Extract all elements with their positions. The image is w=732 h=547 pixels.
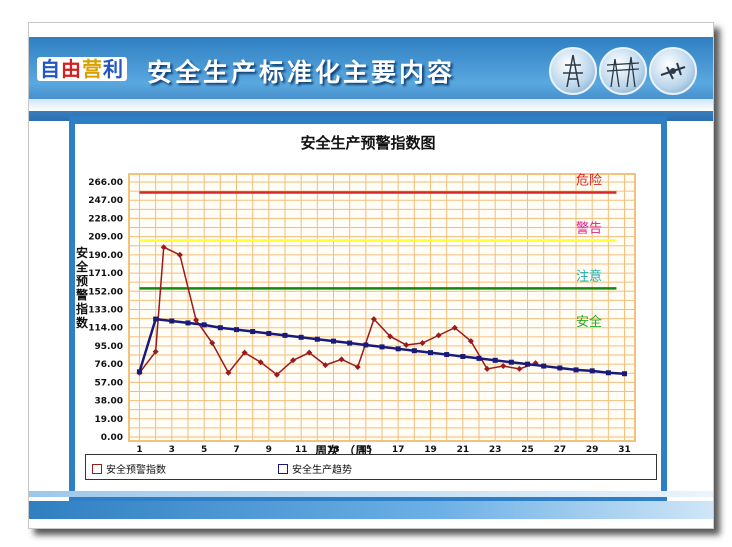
power-lines-icon xyxy=(599,47,647,95)
y-tick-label: 228.00 xyxy=(88,214,123,224)
y-tick-label: 266.00 xyxy=(88,178,123,188)
data-point xyxy=(136,369,142,375)
y-tick-label: 95.00 xyxy=(95,342,123,352)
data-point xyxy=(476,355,482,361)
data-point xyxy=(266,330,272,336)
data-point xyxy=(379,344,385,350)
logo-char-2: 由 xyxy=(61,57,82,81)
x-tick-label: 19 xyxy=(424,445,437,454)
x-tick-label: 23 xyxy=(489,445,502,454)
data-point xyxy=(347,340,353,346)
y-tick-label: 114.00 xyxy=(88,324,123,334)
threshold-label: 安全 xyxy=(576,314,602,330)
x-tick-label: 31 xyxy=(618,445,631,454)
data-point xyxy=(185,320,191,326)
chart-container: 安全生产预警指数图 0.00 19.00 38.00 57.00 76.00 95.00 1… xyxy=(75,124,661,494)
chart-panel: 安全生产预警指数图 0.00 19.00 38.00 57.00 76.00 95.00 1… xyxy=(69,116,667,502)
logo-char-1: 自 xyxy=(40,57,61,81)
legend-item-index: 安全预警指数 xyxy=(92,461,166,476)
data-point xyxy=(169,318,175,324)
y-tick-label: 19.00 xyxy=(95,415,123,425)
legend-label-index: 安全预警指数 xyxy=(106,465,166,476)
data-point xyxy=(330,338,336,344)
data-point xyxy=(525,361,531,367)
legend-swatch-trend xyxy=(278,464,288,474)
data-point xyxy=(508,359,514,365)
y-tick-label: 133.00 xyxy=(88,306,123,316)
x-tick-label: 11 xyxy=(295,445,308,454)
y-tick-label: 57.00 xyxy=(95,378,123,388)
satellite-icon xyxy=(649,47,697,95)
logo: 自由营利 xyxy=(37,57,127,81)
data-point xyxy=(622,371,628,377)
data-point xyxy=(233,327,239,333)
header-strip xyxy=(29,99,713,111)
y-axis-label: 安全预警指数 xyxy=(75,246,88,330)
legend-swatch-index xyxy=(92,464,102,474)
y-tick-label: 76.00 xyxy=(95,360,123,370)
data-point xyxy=(363,342,369,348)
logo-char-4: 利 xyxy=(103,57,124,81)
y-tick-label: 38.00 xyxy=(95,397,123,407)
data-point xyxy=(541,363,547,369)
chart-svg: 0.00 19.00 38.00 57.00 76.00 95.00 114.00 133.0… xyxy=(88,173,636,454)
x-tick-label: 9 xyxy=(266,445,272,454)
y-tick-label: 152.00 xyxy=(88,287,123,297)
legend-label-trend: 安全生产趋势 xyxy=(292,465,352,476)
logo-char-3: 营 xyxy=(82,57,103,81)
data-point xyxy=(411,348,417,354)
x-tick-label: 29 xyxy=(586,445,599,454)
data-point xyxy=(444,352,450,358)
page-title: 安全生产标准化主要内容 xyxy=(147,58,456,87)
footer-strip xyxy=(29,491,713,497)
data-point xyxy=(153,316,159,322)
x-tick-label: 7 xyxy=(233,445,239,454)
chart-legend: 安全预警指数 安全生产趋势 xyxy=(85,454,657,480)
footer-banner xyxy=(29,501,713,519)
x-tick-label: 3 xyxy=(169,445,175,454)
x-tick-label: 27 xyxy=(554,445,567,454)
slide: 自由营利 安全生产标准化主要内容 安全生产预警指数图 0.00 19.00 38.0… xyxy=(28,22,714,529)
data-point xyxy=(282,332,288,338)
threshold-label: 危险 xyxy=(576,174,602,189)
data-point xyxy=(314,336,320,342)
data-point xyxy=(492,357,498,363)
data-point xyxy=(428,350,434,356)
data-point xyxy=(589,368,595,374)
data-point xyxy=(557,365,563,371)
threshold-label: 注意 xyxy=(576,268,602,284)
threshold-label: 警告 xyxy=(576,220,602,236)
data-point xyxy=(460,353,466,359)
y-tick-label: 171.00 xyxy=(88,269,123,279)
data-point xyxy=(250,329,256,335)
data-point xyxy=(573,367,579,373)
y-tick-label: 190.00 xyxy=(88,251,123,261)
data-point xyxy=(298,334,304,340)
x-tick-label: 1 xyxy=(136,445,142,454)
x-tick-label: 21 xyxy=(457,445,470,454)
data-point xyxy=(201,322,207,328)
y-tick-label: 0.00 xyxy=(101,433,123,443)
legend-item-trend: 安全生产趋势 xyxy=(278,461,352,476)
data-point xyxy=(395,346,401,352)
power-tower-icon xyxy=(549,47,597,95)
y-tick-label: 209.00 xyxy=(88,233,123,243)
x-tick-label: 17 xyxy=(392,445,405,454)
data-point xyxy=(217,325,223,331)
x-tick-label: 5 xyxy=(201,445,207,454)
x-tick-label: 25 xyxy=(521,445,534,454)
y-tick-label: 247.00 xyxy=(88,196,123,206)
data-point xyxy=(605,370,611,376)
